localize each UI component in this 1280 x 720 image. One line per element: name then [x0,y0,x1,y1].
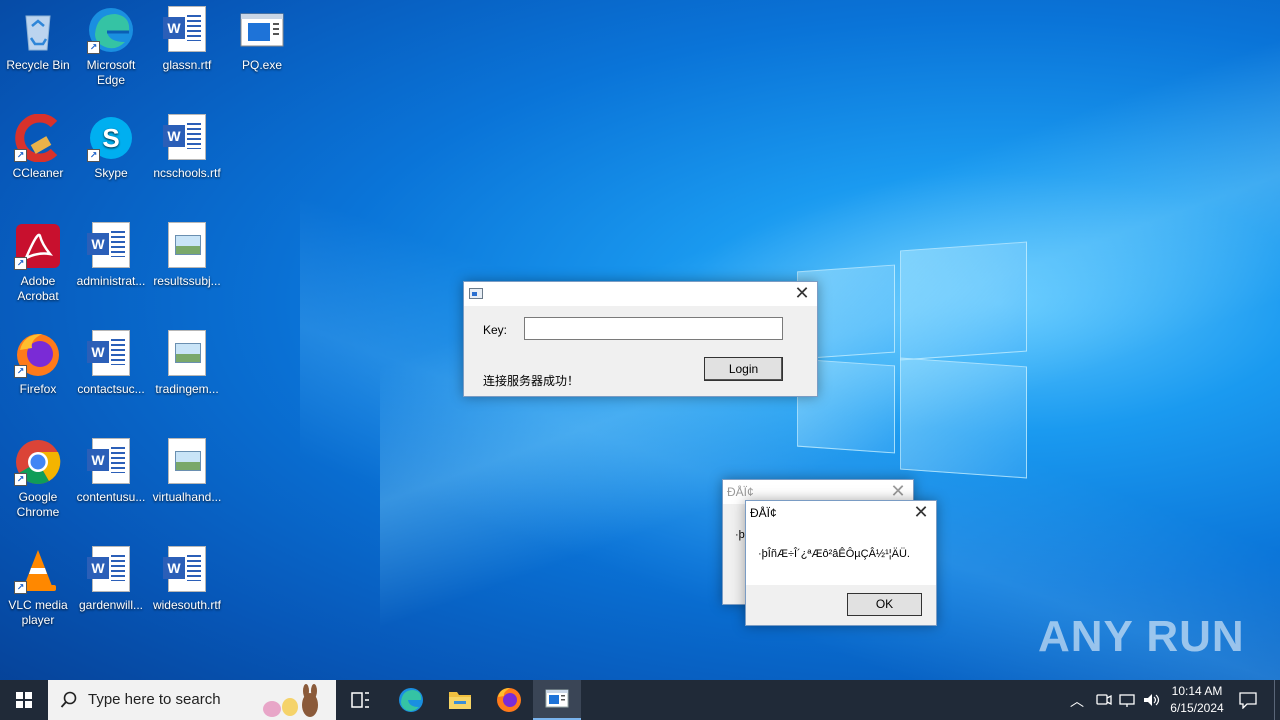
message-text: ·þÎñÆ÷Î´¿ªÆô²âÊÔµÇÂ½¹¦ÄÜ. [758,548,910,560]
desktop-icon-ccleaner[interactable]: ↗ CCleaner [0,113,76,181]
word-doc-icon: W [87,438,135,486]
folder-icon [449,692,471,709]
taskbar: Type here to search ︿ 10:14 AM 6/15/2024 [0,680,1280,720]
easter-eggs-decoration-icon [263,684,318,717]
login-button[interactable]: Login [704,357,783,381]
meet-now-icon[interactable] [1094,692,1112,708]
desktop-icon-recycle-bin[interactable]: Recycle Bin [0,6,76,73]
firefox-icon: ↗ [14,330,62,378]
message-body: ·þÎñÆ÷Î´¿ªÆô²âÊÔµÇÂ½¹¦ÄÜ. [746,525,936,585]
volume-icon[interactable] [1142,692,1160,708]
close-icon[interactable]: ✕ [787,282,817,306]
shortcut-arrow-icon: ↗ [14,257,27,270]
desktop-icon-administrat[interactable]: W administrat... [73,222,149,289]
desktop-icon-tradingem[interactable]: tradingem... [149,330,225,397]
desktop-icon-microsoft-edge[interactable]: ↗ Microsoft Edge [73,6,149,88]
windows-start-icon [16,692,32,708]
task-view-icon [351,692,369,708]
taskbar-edge[interactable] [388,680,434,720]
chevron-up-icon[interactable]: ︿ [1070,691,1084,711]
search-icon [60,691,77,708]
svg-text:S: S [102,123,119,153]
desktop-icon-glassn[interactable]: W glassn.rtf [149,6,225,73]
start-button[interactable] [0,680,48,720]
word-doc-icon: W [87,222,135,270]
recycle-bin-icon [14,6,62,54]
shortcut-arrow-icon: ↗ [14,365,27,378]
key-label: Key: [483,323,508,337]
taskbar-clock[interactable]: 10:14 AM 6/15/2024 [1162,683,1232,717]
word-doc-icon: W [87,546,135,594]
desktop-icon-ncschools[interactable]: W ncschools.rtf [149,114,225,181]
key-input[interactable] [524,317,783,340]
desktop-icon-contentusu[interactable]: W contentusu... [73,438,149,505]
message-box: ÐÅÏ¢ ✕ ·þÎñÆ÷Î´¿ªÆô²âÊÔµÇÂ½¹¦ÄÜ. OK [745,500,937,626]
desktop-icon-adobe-acrobat[interactable]: ↗ Adobe Acrobat [0,222,76,304]
login-dialog-titlebar: ✕ [464,282,817,306]
vlc-icon: ↗ [14,546,62,594]
notifications-icon[interactable] [1238,691,1258,709]
desktop-icon-contactsuc[interactable]: W contactsuc... [73,330,149,397]
message-box-titlebar: ÐÅÏ¢ ✕ [746,501,936,525]
taskbar-firefox[interactable] [486,680,532,720]
network-icon[interactable] [1118,692,1136,708]
word-doc-icon: W [163,6,211,54]
word-doc-icon: W [163,546,211,594]
firefox-icon [497,688,521,712]
task-view-button[interactable] [340,680,380,720]
ok-button[interactable]: OK [847,593,922,616]
desktop-icon-virtualhand[interactable]: virtualhand... [149,438,225,505]
taskbar-pq-app[interactable] [533,680,581,720]
desktop-icon-gardenwill[interactable]: W gardenwill... [73,546,149,613]
close-icon[interactable]: ✕ [906,501,936,525]
clock-time: 10:14 AM [1171,684,1223,698]
desktop-icon-skype[interactable]: S ↗ Skype [73,114,149,181]
image-file-icon [163,222,211,270]
desktop-icon-pq-exe[interactable]: PQ.exe [224,6,300,73]
desktop-icon-google-chrome[interactable]: ↗ Google Chrome [0,438,76,520]
connection-status-text: 连接服务器成功！ [483,374,580,388]
shortcut-arrow-icon: ↗ [87,149,100,162]
word-doc-icon: W [163,114,211,162]
exe-window-icon [238,6,286,54]
edge-icon [399,688,423,712]
anyrun-watermark: ANY RUN [1038,612,1245,661]
edge-icon: ↗ [87,6,135,54]
desktop-icon-resultssubj[interactable]: resultssubj... [149,222,225,289]
app-window-icon [469,288,483,299]
taskbar-search-box[interactable]: Type here to search [48,680,336,720]
shortcut-arrow-icon: ↗ [14,581,27,594]
taskbar-file-explorer[interactable] [437,680,483,720]
windows-logo-pane [900,241,1027,361]
word-doc-icon: W [87,330,135,378]
windows-logo-pane [900,357,1027,479]
login-dialog: ✕ Key: 连接服务器成功！ Login [463,281,818,397]
ccleaner-icon: ↗ [14,113,62,163]
show-desktop-button[interactable] [1274,680,1280,720]
message-text: ·þ [735,529,745,541]
acrobat-icon: ↗ [14,222,62,270]
shortcut-arrow-icon: ↗ [87,41,100,54]
shortcut-arrow-icon: ↗ [14,149,27,162]
desktop-icon-widesouth[interactable]: W widesouth.rtf [149,546,225,613]
desktop-icon-firefox[interactable]: ↗ Firefox [0,330,76,397]
image-file-icon [163,330,211,378]
clock-date: 6/15/2024 [1170,701,1224,715]
image-file-icon [163,438,211,486]
app-window-icon [545,689,569,708]
skype-icon: S ↗ [87,114,135,162]
chrome-icon: ↗ [14,438,62,486]
desktop-icon-vlc[interactable]: ↗ VLC media player [0,546,76,628]
search-placeholder: Type here to search [88,691,221,708]
shortcut-arrow-icon: ↗ [14,473,27,486]
